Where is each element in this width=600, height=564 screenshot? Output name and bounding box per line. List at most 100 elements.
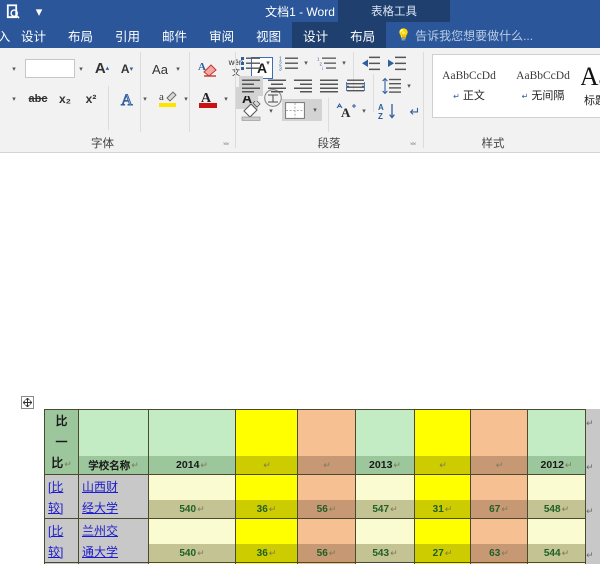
highlight-caret-icon[interactable]: ▾ bbox=[181, 92, 191, 106]
tab-table-design[interactable]: 设计 bbox=[292, 22, 340, 48]
school-link-l2[interactable]: 经大学 bbox=[79, 497, 148, 518]
compare-link-cell[interactable]: [比 较] bbox=[44, 518, 79, 563]
grow-font-button[interactable]: A ▴ bbox=[92, 58, 112, 78]
data-cell[interactable]: 36 ↵ bbox=[235, 474, 298, 519]
compare-link-l2[interactable]: 较] bbox=[45, 497, 78, 518]
header-cell-compare[interactable]: 比 一 比↵ bbox=[44, 409, 79, 475]
text-highlight-icon[interactable]: a bbox=[156, 86, 180, 110]
style-item-no-spacing[interactable]: AaBbCcDd ↵ 无间隔 bbox=[505, 55, 581, 117]
school-link-l1[interactable]: 兰州交 bbox=[79, 520, 148, 541]
numbering-icon[interactable]: 1 2 3 bbox=[278, 54, 300, 72]
data-cell[interactable]: 63 ↵ bbox=[470, 518, 528, 563]
tell-me-search[interactable]: 💡 告诉我您想要做什么... bbox=[386, 22, 533, 48]
school-link-cell[interactable]: 兰州交 通大学 bbox=[78, 518, 149, 563]
tab-mailings[interactable]: 邮件 bbox=[151, 22, 198, 48]
underline-caret-icon[interactable]: ▾ bbox=[8, 91, 20, 107]
tab-table-layout[interactable]: 布局 bbox=[339, 22, 387, 48]
data-cell[interactable]: 67 ↵ bbox=[470, 474, 528, 519]
text-effects-caret-icon[interactable]: ▾ bbox=[140, 92, 150, 106]
table-row[interactable]: [比 较] 山西财 经大学 540 ↵ 36 ↵ 56 ↵ 547 ↵ 31 ↵ 67 ↵ … bbox=[44, 474, 586, 519]
header-cell-2013-b[interactable]: ↵ bbox=[414, 409, 471, 475]
clear-formatting-icon[interactable]: A bbox=[197, 58, 221, 78]
subscript-button[interactable]: x₂ bbox=[54, 89, 76, 109]
header-cell-school[interactable]: 学校名称 ↵ bbox=[78, 409, 149, 475]
comparison-table[interactable]: 比 一 比↵ 学校名称 ↵ 2014 ↵ ↵ ↵ 2013 ↵ ↵ ↵ 2012… bbox=[44, 409, 586, 564]
data-cell[interactable]: 27 ↵ bbox=[414, 518, 471, 563]
school-link-cell[interactable]: 山西财 经大学 bbox=[78, 474, 149, 519]
data-cell[interactable]: 36 ↵ bbox=[235, 518, 298, 563]
header-cell-2013-c[interactable]: ↵ bbox=[470, 409, 528, 475]
header-cell-2013[interactable]: 2013 ↵ bbox=[355, 409, 415, 475]
line-spacing-icon[interactable] bbox=[380, 76, 404, 96]
font-name-dropdown-caret-icon[interactable]: ▾ bbox=[8, 61, 20, 77]
align-right-icon[interactable] bbox=[291, 76, 315, 96]
data-cell[interactable]: 540 ↵ bbox=[148, 474, 236, 519]
font-dialog-launcher-icon[interactable]: ⏕ bbox=[223, 138, 229, 149]
data-cell[interactable]: 543 ↵ bbox=[355, 518, 415, 563]
asian-layout-caret-icon[interactable]: ▾ bbox=[359, 104, 369, 118]
bullets-caret-icon[interactable]: ▾ bbox=[263, 57, 273, 70]
bullets-icon[interactable] bbox=[240, 54, 262, 72]
data-cell[interactable]: 56 ↵ bbox=[297, 474, 356, 519]
compare-link-l1[interactable]: [比 bbox=[45, 520, 78, 541]
font-size-input[interactable] bbox=[25, 59, 75, 78]
text-effects-icon[interactable]: A bbox=[117, 88, 139, 110]
data-cell[interactable]: 548 ↵ bbox=[527, 474, 586, 519]
superscript-button[interactable]: x² bbox=[80, 89, 102, 109]
align-left-icon[interactable] bbox=[239, 76, 263, 96]
data-cell[interactable]: 540 ↵ bbox=[148, 518, 236, 563]
ribbon-tab-strip[interactable]: 入 设计 布局 引用 邮件 审阅 视图 设计 布局 💡 告诉我您想要做什么... bbox=[0, 22, 600, 48]
tab-view[interactable]: 视图 bbox=[245, 22, 292, 48]
multilevel-caret-icon[interactable]: ▾ bbox=[339, 57, 349, 70]
data-cell[interactable]: 56 ↵ bbox=[297, 518, 356, 563]
font-color-icon[interactable]: A bbox=[196, 86, 220, 110]
borders-caret-icon[interactable]: ▾ bbox=[308, 99, 322, 121]
shading-caret-icon[interactable]: ▾ bbox=[266, 104, 276, 118]
tab-design[interactable]: 设计 bbox=[10, 22, 57, 48]
line-spacing-caret-icon[interactable]: ▾ bbox=[404, 79, 414, 93]
school-link-l1[interactable]: 山西财 bbox=[79, 476, 148, 497]
increase-indent-icon[interactable] bbox=[386, 54, 408, 72]
styles-gallery[interactable]: AaBbCcDd ↵ 正文 AaBbCcDd ↵ 无间隔 Aa 标题 bbox=[432, 54, 600, 118]
change-case-caret-icon[interactable]: ▾ bbox=[173, 62, 183, 76]
multilevel-list-icon[interactable]: 1 2 i bbox=[316, 54, 338, 72]
header-cell-2012[interactable]: 2012 ↵ bbox=[527, 409, 586, 475]
school-link-l2[interactable]: 通大学 bbox=[79, 541, 148, 562]
compare-link-l1[interactable]: [比 bbox=[45, 476, 78, 497]
style-item-normal[interactable]: AaBbCcDd ↵ 正文 bbox=[433, 55, 505, 117]
align-center-icon[interactable] bbox=[265, 76, 289, 96]
borders-icon[interactable] bbox=[282, 99, 308, 121]
document-canvas[interactable]: ↵ ↵ ↵ ↵ ↵ ↵ ↵ 比 一 比↵ bbox=[0, 153, 600, 564]
asian-layout-icon[interactable]: A bbox=[335, 100, 359, 122]
font-color-caret-icon[interactable]: ▾ bbox=[221, 92, 231, 106]
header-cell-2014-b[interactable]: ↵ bbox=[235, 409, 298, 475]
shrink-font-button[interactable]: A ▾ bbox=[117, 59, 137, 79]
style-item-heading[interactable]: Aa 标题 bbox=[581, 55, 600, 117]
data-cell[interactable]: 544 ↵ bbox=[527, 518, 586, 563]
data-cell[interactable]: 31 ↵ bbox=[414, 474, 471, 519]
numbering-caret-icon[interactable]: ▾ bbox=[301, 57, 311, 70]
compare-link-l2[interactable]: 较] bbox=[45, 541, 78, 562]
sort-icon[interactable]: A Z bbox=[376, 100, 400, 122]
tab-layout[interactable]: 布局 bbox=[57, 22, 104, 48]
header-cell-2014[interactable]: 2014 ↵ bbox=[148, 409, 236, 475]
compare-link-cell[interactable]: [比 较] bbox=[44, 474, 79, 519]
table-row[interactable]: [比 较] 兰州交 通大学 540 ↵ 36 ↵ 56 ↵ 543 ↵ 27 ↵ 63 ↵ … bbox=[44, 518, 586, 563]
tab-insert-partial[interactable]: 入 bbox=[0, 22, 10, 48]
table-move-handle-icon[interactable] bbox=[21, 396, 34, 409]
cell-fill bbox=[236, 410, 297, 456]
font-size-dropdown-caret-icon[interactable]: ▾ bbox=[75, 61, 87, 77]
change-case-button[interactable]: Aa bbox=[148, 60, 172, 78]
strikethrough-button[interactable]: abc bbox=[25, 89, 51, 109]
paragraph-dialog-launcher-icon[interactable]: ⏕ bbox=[410, 138, 416, 149]
shading-icon[interactable] bbox=[239, 100, 265, 122]
header-cell-2014-c[interactable]: ↵ bbox=[297, 409, 356, 475]
caret-glyph: ▾ bbox=[407, 82, 411, 90]
tab-review[interactable]: 审阅 bbox=[198, 22, 245, 48]
decrease-indent-icon[interactable] bbox=[360, 54, 382, 72]
distribute-icon[interactable] bbox=[343, 76, 367, 96]
table-tools-tab-group: 设计 布局 bbox=[292, 22, 387, 48]
justify-icon[interactable] bbox=[317, 76, 341, 96]
tab-references[interactable]: 引用 bbox=[104, 22, 151, 48]
data-cell[interactable]: 547 ↵ bbox=[355, 474, 415, 519]
